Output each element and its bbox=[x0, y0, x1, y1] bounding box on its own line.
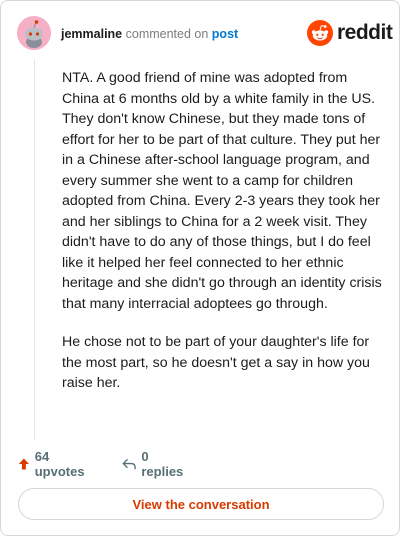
username-link[interactable]: jemmaline bbox=[61, 27, 122, 41]
reddit-wordmark: reddit bbox=[337, 21, 393, 44]
user-avatar[interactable] bbox=[17, 16, 51, 50]
comment-header: jemmaline commented on post reddit bbox=[17, 16, 393, 52]
commented-text: commented on bbox=[125, 27, 209, 41]
reply-count: 0 replies bbox=[141, 449, 184, 479]
snoo-avatar-icon bbox=[17, 16, 51, 50]
reply-button[interactable]: 0 replies bbox=[122, 449, 186, 479]
comment-card: jemmaline commented on post reddit NTA. … bbox=[0, 0, 400, 536]
reddit-logo-icon bbox=[307, 20, 333, 46]
view-conversation-button[interactable]: View the conversation bbox=[18, 488, 384, 520]
comment-body: NTA. A good friend of mine was adopted f… bbox=[62, 68, 382, 412]
upvote-arrow-icon bbox=[18, 458, 29, 470]
thread-line bbox=[34, 59, 35, 439]
reply-arrow-icon bbox=[122, 459, 136, 470]
comment-paragraph: He chose not to be part of your daughter… bbox=[62, 334, 370, 391]
reddit-brand[interactable]: reddit bbox=[307, 20, 393, 46]
comment-meta: jemmaline commented on post bbox=[61, 26, 238, 42]
upvote-count: 64 upvotes bbox=[34, 449, 85, 479]
post-link[interactable]: post bbox=[212, 27, 238, 41]
comment-paragraph: NTA. A good friend of mine was adopted f… bbox=[62, 70, 382, 312]
upvote-button[interactable]: 64 upvotes bbox=[18, 449, 88, 479]
